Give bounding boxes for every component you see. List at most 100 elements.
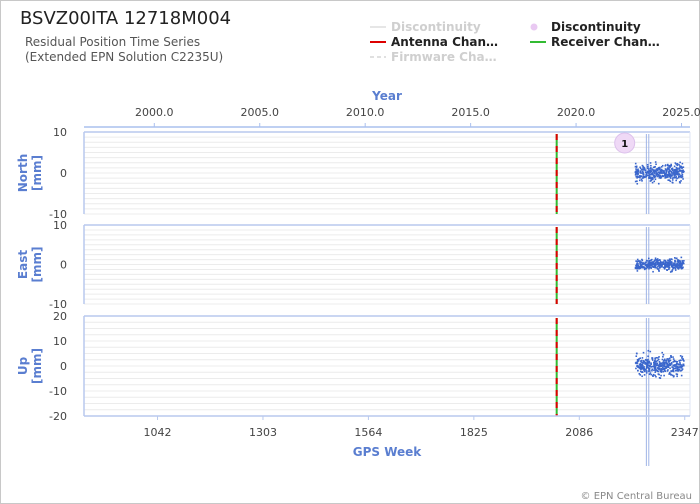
data-point	[674, 176, 677, 179]
data-point	[639, 262, 642, 265]
data-point	[663, 374, 665, 377]
panel-unit: [mm]	[30, 348, 44, 384]
y-tick-label: 10	[53, 126, 67, 139]
data-point	[665, 266, 668, 268]
data-point	[681, 167, 683, 169]
data-point	[638, 373, 641, 375]
data-point	[658, 266, 661, 268]
data-point	[643, 268, 646, 271]
data-point	[665, 261, 668, 263]
data-point	[648, 267, 650, 270]
data-point	[679, 260, 682, 262]
data-point	[659, 169, 662, 172]
data-point	[647, 355, 649, 358]
data-point	[657, 167, 660, 169]
data-point	[674, 367, 677, 370]
data-point	[643, 369, 646, 371]
chart-subtitle-line2: (Extended EPN Solution C2235U)	[25, 50, 223, 64]
data-point	[666, 163, 669, 166]
data-point	[647, 349, 650, 352]
panel-unit: [mm]	[30, 155, 44, 191]
data-point	[679, 364, 681, 366]
data-point	[662, 355, 664, 358]
data-point	[656, 260, 659, 262]
data-point	[654, 357, 656, 360]
data-point	[668, 172, 670, 175]
data-point	[657, 168, 659, 171]
data-point	[668, 266, 671, 269]
data-point	[634, 162, 637, 165]
data-points	[634, 161, 685, 185]
data-point	[668, 260, 671, 262]
data-point	[644, 362, 646, 365]
data-point	[646, 362, 649, 364]
data-point	[671, 366, 673, 368]
legend-label: Firmware Cha…	[391, 50, 497, 64]
data-point	[647, 257, 650, 260]
data-point	[646, 266, 649, 269]
data-point	[670, 355, 672, 357]
data-point	[672, 358, 675, 360]
chart-subtitle-line1: Residual Position Time Series	[25, 35, 200, 49]
data-point	[681, 174, 684, 176]
data-point	[661, 263, 663, 266]
data-point	[679, 359, 682, 362]
data-point	[674, 171, 676, 174]
data-point	[675, 364, 678, 366]
data-point	[663, 365, 665, 367]
data-point	[655, 364, 658, 367]
data-point	[652, 270, 654, 273]
data-point	[636, 267, 638, 270]
data-point	[654, 371, 657, 373]
data-point	[675, 174, 677, 176]
data-point	[646, 163, 649, 166]
data-point	[651, 178, 653, 181]
legend-item: Receiver Chan…	[530, 35, 660, 49]
data-point	[667, 361, 670, 363]
y-tick-label: -10	[49, 385, 67, 398]
x-axis-title: GPS Week	[353, 445, 423, 459]
panel-unit: [mm]	[30, 247, 44, 283]
data-point	[656, 268, 659, 270]
data-point	[681, 172, 683, 174]
data-point	[634, 165, 637, 168]
data-point	[641, 258, 643, 261]
data-point	[672, 361, 675, 363]
data-point	[645, 261, 647, 264]
data-point	[680, 374, 683, 377]
data-point	[662, 172, 665, 174]
data-point	[667, 179, 670, 181]
data-point	[658, 171, 661, 174]
data-point	[647, 263, 650, 265]
legend-item: Antenna Chan…	[370, 35, 498, 49]
data-point	[660, 374, 662, 377]
data-point	[662, 175, 665, 178]
data-point	[639, 172, 642, 174]
data-point	[638, 267, 640, 270]
data-point	[657, 182, 660, 185]
data-point	[636, 352, 638, 355]
data-point	[636, 361, 638, 364]
y-tick-label: 0	[60, 167, 67, 180]
top-tick-label: 2000.0	[135, 106, 174, 119]
data-point	[656, 370, 659, 372]
data-point	[676, 177, 678, 180]
data-point	[635, 367, 637, 370]
top-tick-label: 2020.0	[557, 106, 596, 119]
data-point	[649, 171, 652, 173]
data-point	[637, 369, 639, 372]
data-point	[653, 367, 656, 370]
data-point	[678, 263, 681, 266]
data-point	[650, 173, 653, 176]
x-tick-label: 1042	[144, 426, 172, 439]
data-point	[635, 264, 637, 267]
data-point	[679, 355, 682, 357]
legend-label: Discontinuity	[551, 20, 641, 34]
data-point	[664, 164, 667, 167]
data-point	[675, 362, 678, 365]
data-point	[648, 362, 651, 364]
panel-label: Up	[16, 356, 30, 375]
data-point	[647, 358, 649, 361]
data-point	[663, 169, 665, 172]
data-point	[654, 262, 657, 264]
